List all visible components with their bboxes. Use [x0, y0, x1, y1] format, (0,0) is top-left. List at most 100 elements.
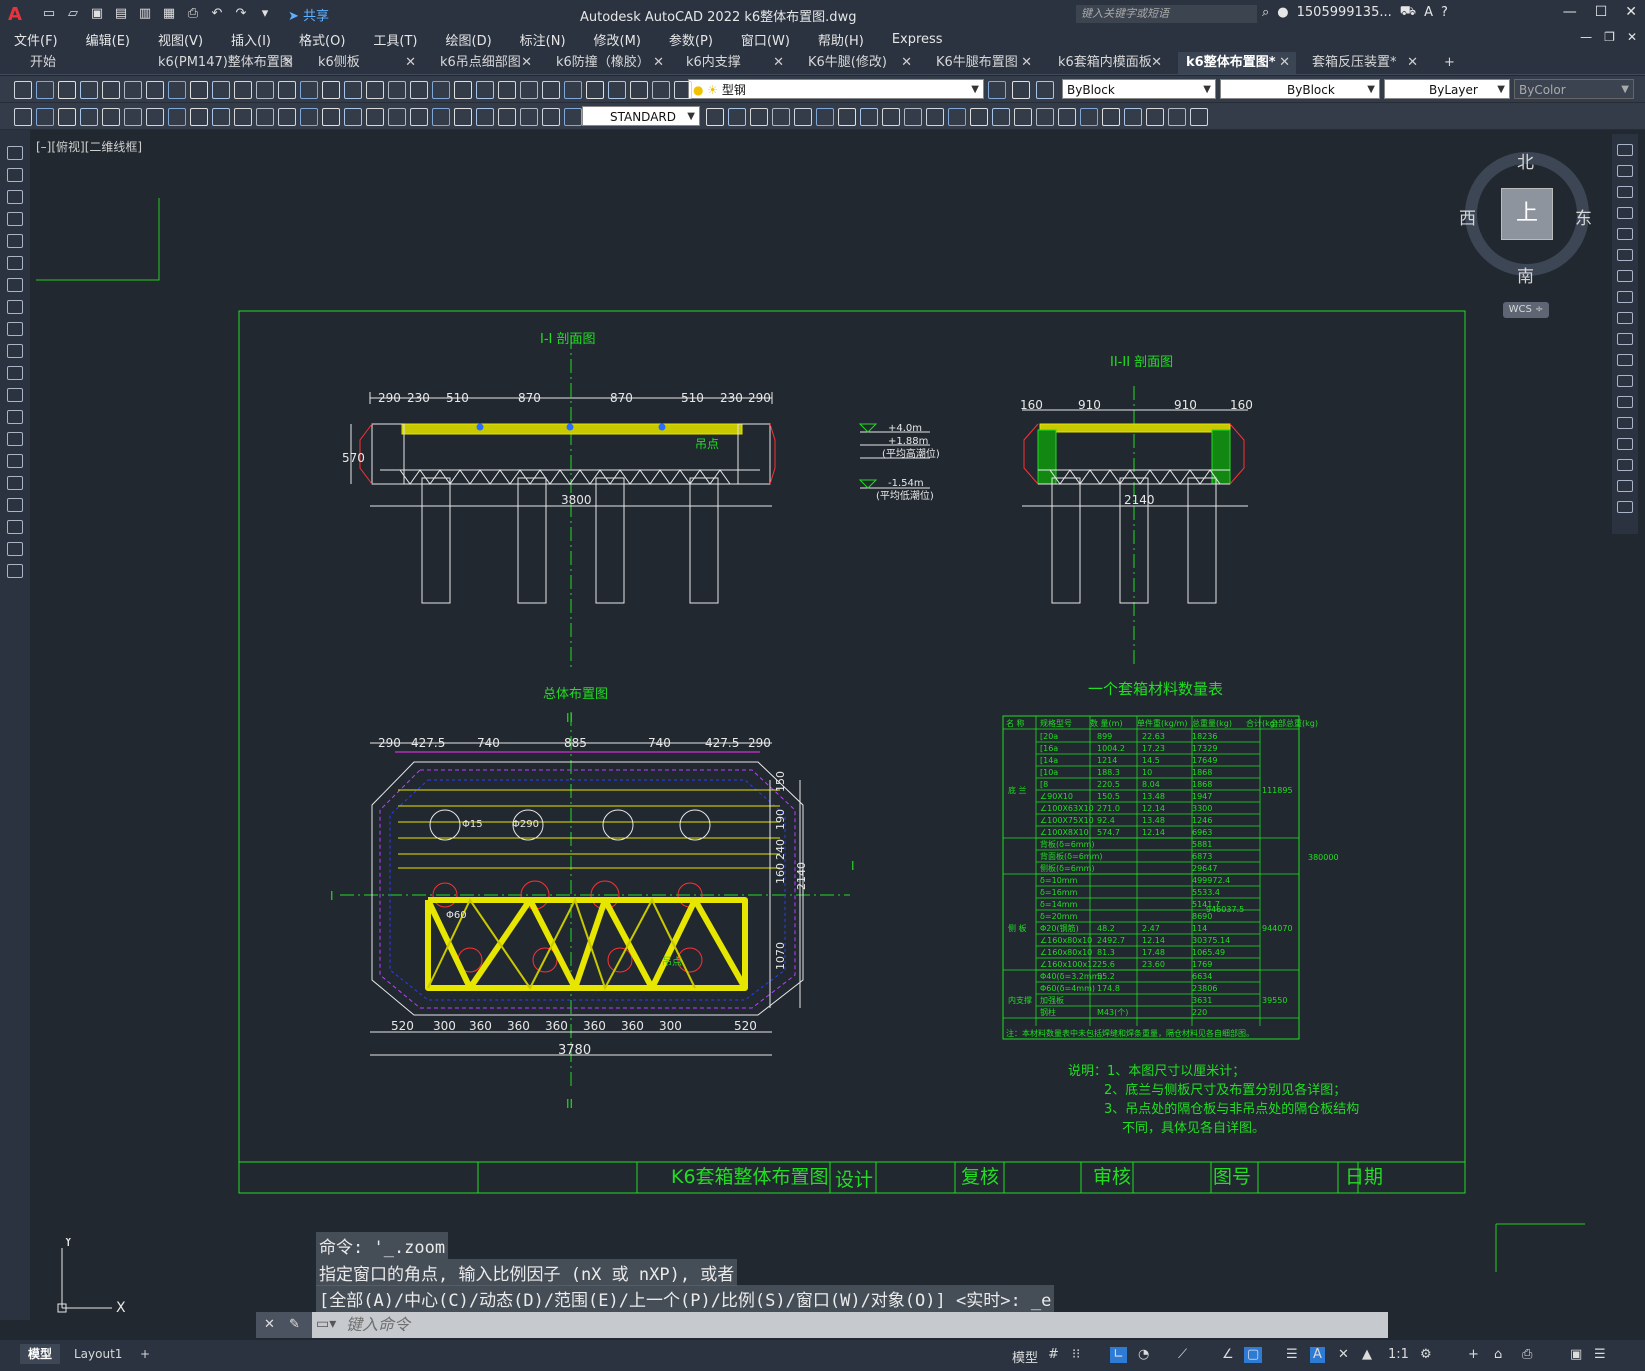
tab-4[interactable]: k6防撞（橡胶） ✕: [548, 52, 670, 74]
dimension-tool-icon-35[interactable]: [904, 108, 922, 126]
doc-minimize-icon[interactable]: —: [1580, 30, 1592, 44]
draw-tool-icon-15[interactable]: [7, 476, 23, 490]
draw-tool-icon-4[interactable]: [7, 234, 23, 248]
open-icon[interactable]: ▱: [64, 6, 82, 22]
draw-tool-icon-13[interactable]: [7, 432, 23, 446]
standard-tool-icon-11[interactable]: [256, 81, 274, 99]
dimension-tool-icon-37[interactable]: [948, 108, 966, 126]
menu-item-0[interactable]: 文件(F): [0, 30, 72, 49]
help-icon[interactable]: ?: [1441, 5, 1448, 20]
tab-model[interactable]: 模型: [20, 1344, 61, 1364]
autocad-logo-icon[interactable]: A: [0, 0, 30, 28]
dimension-tool-icon-34[interactable]: [882, 108, 900, 126]
isolate-icon[interactable]: ⌂: [1494, 1347, 1502, 1363]
import-icon[interactable]: ▥: [136, 6, 154, 22]
draw-tool-icon-7[interactable]: [7, 300, 23, 314]
viewcube-face[interactable]: 上: [1501, 188, 1553, 240]
dimension-tool-icon-21[interactable]: [476, 108, 494, 126]
ortho-icon[interactable]: ∟: [1110, 1347, 1127, 1363]
dimension-tool-icon-9[interactable]: [212, 108, 230, 126]
dimension-tool-icon-30[interactable]: [794, 108, 812, 126]
menu-item-5[interactable]: 工具(T): [359, 30, 431, 49]
dimension-tool-icon-22[interactable]: [498, 108, 516, 126]
menu-item-4[interactable]: 格式(O): [285, 30, 359, 49]
draw-tool-icon-12[interactable]: [7, 410, 23, 424]
modify-tool-icon-8[interactable]: [1617, 312, 1633, 324]
dimension-tool-icon-41[interactable]: [1036, 108, 1054, 126]
standard-tool-icon-17[interactable]: [388, 81, 406, 99]
annotation-icon[interactable]: A: [1310, 1347, 1325, 1363]
drawing-canvas[interactable]: I-I 剖面图 II-II 剖面图 总体布置图 一个套箱材料数量表 K6套箱整体…: [30, 130, 1610, 1320]
lineweight-icon[interactable]: ☰: [1286, 1347, 1298, 1363]
standard-tool-icon-23[interactable]: [520, 81, 538, 99]
grid-icon[interactable]: #: [1048, 1347, 1059, 1363]
standard-tool-icon-7[interactable]: [168, 81, 186, 99]
modify-tool-icon-2[interactable]: [1617, 186, 1633, 198]
color-dropdown[interactable]: ByBlock ▼: [1062, 79, 1216, 99]
standard-tool-icon-29[interactable]: [652, 81, 670, 99]
standard-tool-icon-9[interactable]: [212, 81, 230, 99]
isodraft-icon[interactable]: ⟋: [1178, 1347, 1187, 1363]
dimension-tool-icon-10[interactable]: [234, 108, 252, 126]
tab-10[interactable]: 套箱反压装置* ✕: [1304, 52, 1424, 74]
redo-icon[interactable]: ↷: [232, 6, 250, 22]
workspace-icon[interactable]: ⚙: [1420, 1347, 1432, 1363]
modify-tool-icon-1[interactable]: [1617, 165, 1633, 177]
draw-tool-icon-10[interactable]: [7, 366, 23, 380]
dimension-tool-icon-6[interactable]: [146, 108, 164, 126]
standard-tool-icon-27[interactable]: [608, 81, 626, 99]
dimension-tool-icon-7[interactable]: [168, 108, 186, 126]
modify-tool-icon-0[interactable]: [1617, 144, 1633, 156]
save-icon[interactable]: ▣: [88, 6, 106, 22]
tab-layout1[interactable]: Layout1: [66, 1344, 130, 1364]
modify-tool-icon-10[interactable]: [1617, 354, 1633, 366]
dimension-tool-icon-14[interactable]: [322, 108, 340, 126]
dimension-tool-icon-12[interactable]: [278, 108, 296, 126]
search-input[interactable]: 键入关键字或短语: [1076, 5, 1257, 23]
dimension-tool-icon-24[interactable]: [542, 108, 560, 126]
dimension-tool-icon-36[interactable]: [926, 108, 944, 126]
menu-item-3[interactable]: 插入(I): [217, 30, 285, 49]
standard-tool-icon-16[interactable]: [366, 81, 384, 99]
plotstyle-dropdown[interactable]: ByColor ▼: [1514, 79, 1634, 99]
draw-tool-icon-8[interactable]: [7, 322, 23, 336]
tab-close-icon[interactable]: ✕: [1407, 52, 1418, 74]
dimension-tool-icon-45[interactable]: [1124, 108, 1142, 126]
modify-tool-icon-13[interactable]: [1617, 417, 1633, 429]
customize-status-icon[interactable]: ☰: [1594, 1347, 1606, 1363]
command-input[interactable]: 键入命令: [346, 1312, 410, 1338]
minimize-icon[interactable]: —: [1563, 4, 1577, 20]
polar-icon[interactable]: ◔: [1138, 1347, 1149, 1363]
export-icon[interactable]: ▦: [160, 6, 178, 22]
standard-tool-icon-0[interactable]: [14, 81, 32, 99]
compass-east[interactable]: 东: [1575, 204, 1592, 229]
compass-north[interactable]: 北: [1517, 148, 1534, 173]
dimension-tool-icon-8[interactable]: [190, 108, 208, 126]
visibility-icon[interactable]: ▲: [1362, 1347, 1372, 1363]
draw-tool-icon-14[interactable]: [7, 454, 23, 468]
dimension-tool-icon-46[interactable]: [1146, 108, 1164, 126]
command-icon[interactable]: ▭▾: [316, 1316, 336, 1332]
standard-tool-icon-14[interactable]: [322, 81, 340, 99]
tab-2[interactable]: k6侧板 ✕: [310, 52, 422, 74]
new-tab-button[interactable]: +: [1436, 52, 1456, 74]
dimension-tool-icon-33[interactable]: [860, 108, 878, 126]
dimstyle-dropdown[interactable]: STANDARD ▼: [582, 106, 700, 126]
wcs-menu[interactable]: WCS ÷: [1503, 302, 1549, 318]
dimension-tool-icon-39[interactable]: [992, 108, 1010, 126]
standard-tool-icon-12[interactable]: [278, 81, 296, 99]
osnap-icon[interactable]: ∠: [1222, 1347, 1234, 1363]
draw-tool-icon-0[interactable]: [7, 146, 23, 160]
modify-tool-icon-4[interactable]: [1617, 228, 1633, 240]
modify-tool-icon-3[interactable]: [1617, 207, 1633, 219]
standard-tool-icon-4[interactable]: [102, 81, 120, 99]
dimension-tool-icon-18[interactable]: [410, 108, 428, 126]
print-icon[interactable]: ⎙: [184, 6, 202, 22]
dimension-tool-icon-44[interactable]: [1102, 108, 1120, 126]
draw-tool-icon-17[interactable]: [7, 520, 23, 534]
menu-item-9[interactable]: 参数(P): [655, 30, 727, 49]
modify-tool-icon-17[interactable]: [1617, 501, 1633, 513]
dimension-tool-icon-38[interactable]: [970, 108, 988, 126]
draw-tool-icon-19[interactable]: [7, 564, 23, 578]
draw-tool-icon-6[interactable]: [7, 278, 23, 292]
